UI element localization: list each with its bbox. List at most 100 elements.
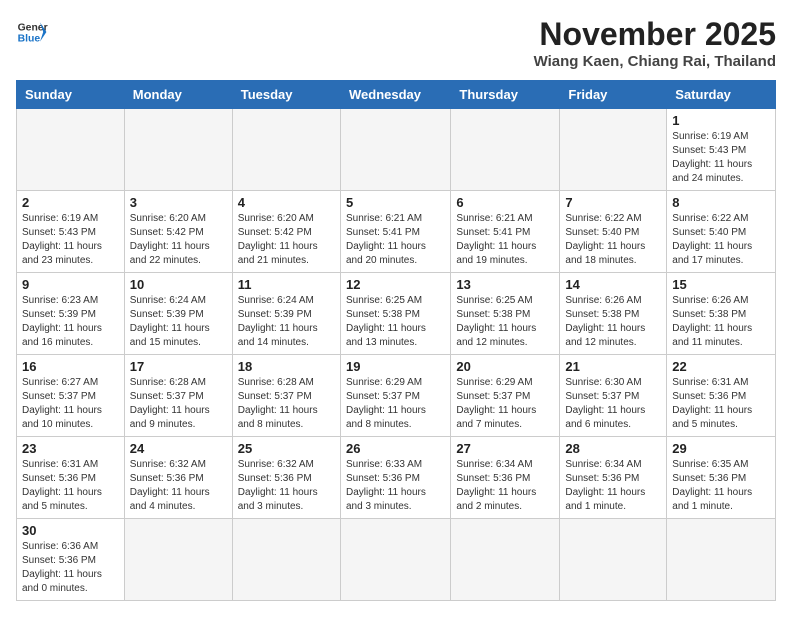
day-info: Sunrise: 6:24 AMSunset: 5:39 PMDaylight:… [130, 294, 227, 350]
page-header: General Blue November 2025 Wiang Kaen, C… [16, 16, 776, 70]
day-info: Sunrise: 6:21 AMSunset: 5:41 PMDaylight:… [346, 212, 445, 268]
calendar-cell [232, 109, 340, 191]
calendar-cell: 10 Sunrise: 6:24 AMSunset: 5:39 PMDayligh… [124, 273, 232, 355]
day-info: Sunrise: 6:27 AMSunset: 5:37 PMDaylight:… [22, 376, 119, 432]
calendar-cell: 6 Sunrise: 6:21 AMSunset: 5:41 PMDaylight… [451, 191, 560, 273]
calendar-cell [560, 519, 667, 601]
day-number: 11 [238, 277, 335, 292]
day-number: 10 [130, 277, 227, 292]
day-info: Sunrise: 6:33 AMSunset: 5:36 PMDaylight:… [346, 458, 445, 514]
calendar-cell: 24 Sunrise: 6:32 AMSunset: 5:36 PMDayligh… [124, 437, 232, 519]
day-number: 26 [346, 441, 445, 456]
weekday-friday: Friday [560, 81, 667, 109]
logo: General Blue [16, 16, 48, 48]
weekday-tuesday: Tuesday [232, 81, 340, 109]
day-info: Sunrise: 6:31 AMSunset: 5:36 PMDaylight:… [22, 458, 119, 514]
location: Wiang Kaen, Chiang Rai, Thailand [534, 53, 776, 70]
calendar-cell: 17 Sunrise: 6:28 AMSunset: 5:37 PMDayligh… [124, 355, 232, 437]
svg-text:Blue: Blue [18, 34, 41, 45]
calendar-cell [340, 109, 450, 191]
weekday-monday: Monday [124, 81, 232, 109]
calendar-cell: 14 Sunrise: 6:26 AMSunset: 5:38 PMDayligh… [560, 273, 667, 355]
day-number: 23 [22, 441, 119, 456]
day-number: 19 [346, 359, 445, 374]
calendar-cell [124, 109, 232, 191]
day-info: Sunrise: 6:26 AMSunset: 5:38 PMDaylight:… [672, 294, 770, 350]
calendar-cell: 8 Sunrise: 6:22 AMSunset: 5:40 PMDaylight… [667, 191, 776, 273]
day-info: Sunrise: 6:26 AMSunset: 5:38 PMDaylight:… [565, 294, 661, 350]
calendar-cell [124, 519, 232, 601]
day-info: Sunrise: 6:36 AMSunset: 5:36 PMDaylight:… [22, 540, 119, 596]
calendar-cell: 30 Sunrise: 6:36 AMSunset: 5:36 PMDayligh… [17, 519, 125, 601]
day-info: Sunrise: 6:23 AMSunset: 5:39 PMDaylight:… [22, 294, 119, 350]
day-number: 18 [238, 359, 335, 374]
day-info: Sunrise: 6:28 AMSunset: 5:37 PMDaylight:… [130, 376, 227, 432]
day-info: Sunrise: 6:31 AMSunset: 5:36 PMDaylight:… [672, 376, 770, 432]
calendar-row-3: 9 Sunrise: 6:23 AMSunset: 5:39 PMDaylight… [17, 273, 776, 355]
calendar-cell [451, 519, 560, 601]
day-number: 8 [672, 195, 770, 210]
day-number: 22 [672, 359, 770, 374]
day-number: 16 [22, 359, 119, 374]
day-number: 1 [672, 113, 770, 128]
day-number: 24 [130, 441, 227, 456]
day-info: Sunrise: 6:32 AMSunset: 5:36 PMDaylight:… [130, 458, 227, 514]
day-number: 15 [672, 277, 770, 292]
calendar-cell: 28 Sunrise: 6:34 AMSunset: 5:36 PMDayligh… [560, 437, 667, 519]
calendar-cell: 4Sunrise: 6:20 AMSunset: 5:42 PMDaylight… [232, 191, 340, 273]
day-number: 7 [565, 195, 661, 210]
calendar-cell: 15 Sunrise: 6:26 AMSunset: 5:38 PMDayligh… [667, 273, 776, 355]
weekday-header-row: SundayMondayTuesdayWednesdayThursdayFrid… [17, 81, 776, 109]
day-number: 30 [22, 523, 119, 538]
day-number: 4 [238, 195, 335, 210]
calendar-cell: 1 Sunrise: 6:19 AMSunset: 5:43 PMDaylight… [667, 109, 776, 191]
day-info: Sunrise: 6:32 AMSunset: 5:36 PMDaylight:… [238, 458, 335, 514]
calendar-row-5: 23 Sunrise: 6:31 AMSunset: 5:36 PMDayligh… [17, 437, 776, 519]
day-number: 9 [22, 277, 119, 292]
day-info: Sunrise: 6:22 AMSunset: 5:40 PMDaylight:… [565, 212, 661, 268]
calendar-row-2: 2 Sunrise: 6:19 AMSunset: 5:43 PMDaylight… [17, 191, 776, 273]
calendar-cell [17, 109, 125, 191]
calendar-row-6: 30 Sunrise: 6:36 AMSunset: 5:36 PMDayligh… [17, 519, 776, 601]
day-info: Sunrise: 6:34 AMSunset: 5:36 PMDaylight:… [565, 458, 661, 514]
day-number: 29 [672, 441, 770, 456]
calendar-cell: 27 Sunrise: 6:34 AMSunset: 5:36 PMDayligh… [451, 437, 560, 519]
calendar-cell: 18 Sunrise: 6:28 AMSunset: 5:37 PMDayligh… [232, 355, 340, 437]
calendar-table: SundayMondayTuesdayWednesdayThursdayFrid… [16, 80, 776, 601]
day-number: 27 [456, 441, 554, 456]
day-number: 25 [238, 441, 335, 456]
calendar-cell: 20Sunrise: 6:29 AMSunset: 5:37 PMDayligh… [451, 355, 560, 437]
weekday-saturday: Saturday [667, 81, 776, 109]
day-info: Sunrise: 6:21 AMSunset: 5:41 PMDaylight:… [456, 212, 554, 268]
day-number: 17 [130, 359, 227, 374]
day-number: 28 [565, 441, 661, 456]
month-title: November 2025 [534, 16, 776, 53]
day-info: Sunrise: 6:30 AMSunset: 5:37 PMDaylight:… [565, 376, 661, 432]
day-number: 3 [130, 195, 227, 210]
calendar-cell: 16 Sunrise: 6:27 AMSunset: 5:37 PMDayligh… [17, 355, 125, 437]
title-block: November 2025 Wiang Kaen, Chiang Rai, Th… [534, 16, 776, 70]
day-number: 14 [565, 277, 661, 292]
day-number: 2 [22, 195, 119, 210]
day-info: Sunrise: 6:34 AMSunset: 5:36 PMDaylight:… [456, 458, 554, 514]
calendar-cell [340, 519, 450, 601]
day-info: Sunrise: 6:25 AMSunset: 5:38 PMDaylight:… [456, 294, 554, 350]
calendar-cell [667, 519, 776, 601]
calendar-cell: 2 Sunrise: 6:19 AMSunset: 5:43 PMDaylight… [17, 191, 125, 273]
calendar-cell: 5Sunrise: 6:21 AMSunset: 5:41 PMDaylight… [340, 191, 450, 273]
day-number: 6 [456, 195, 554, 210]
weekday-thursday: Thursday [451, 81, 560, 109]
calendar-cell [560, 109, 667, 191]
calendar-cell: 11Sunrise: 6:24 AMSunset: 5:39 PMDayligh… [232, 273, 340, 355]
day-info: Sunrise: 6:20 AMSunset: 5:42 PMDaylight:… [130, 212, 227, 268]
day-info: Sunrise: 6:22 AMSunset: 5:40 PMDaylight:… [672, 212, 770, 268]
day-info: Sunrise: 6:29 AMSunset: 5:37 PMDaylight:… [456, 376, 554, 432]
day-info: Sunrise: 6:19 AMSunset: 5:43 PMDaylight:… [22, 212, 119, 268]
day-info: Sunrise: 6:28 AMSunset: 5:37 PMDaylight:… [238, 376, 335, 432]
weekday-wednesday: Wednesday [340, 81, 450, 109]
day-number: 21 [565, 359, 661, 374]
day-info: Sunrise: 6:19 AMSunset: 5:43 PMDaylight:… [672, 130, 770, 186]
calendar-cell [232, 519, 340, 601]
day-info: Sunrise: 6:29 AMSunset: 5:37 PMDaylight:… [346, 376, 445, 432]
calendar-cell: 9 Sunrise: 6:23 AMSunset: 5:39 PMDaylight… [17, 273, 125, 355]
